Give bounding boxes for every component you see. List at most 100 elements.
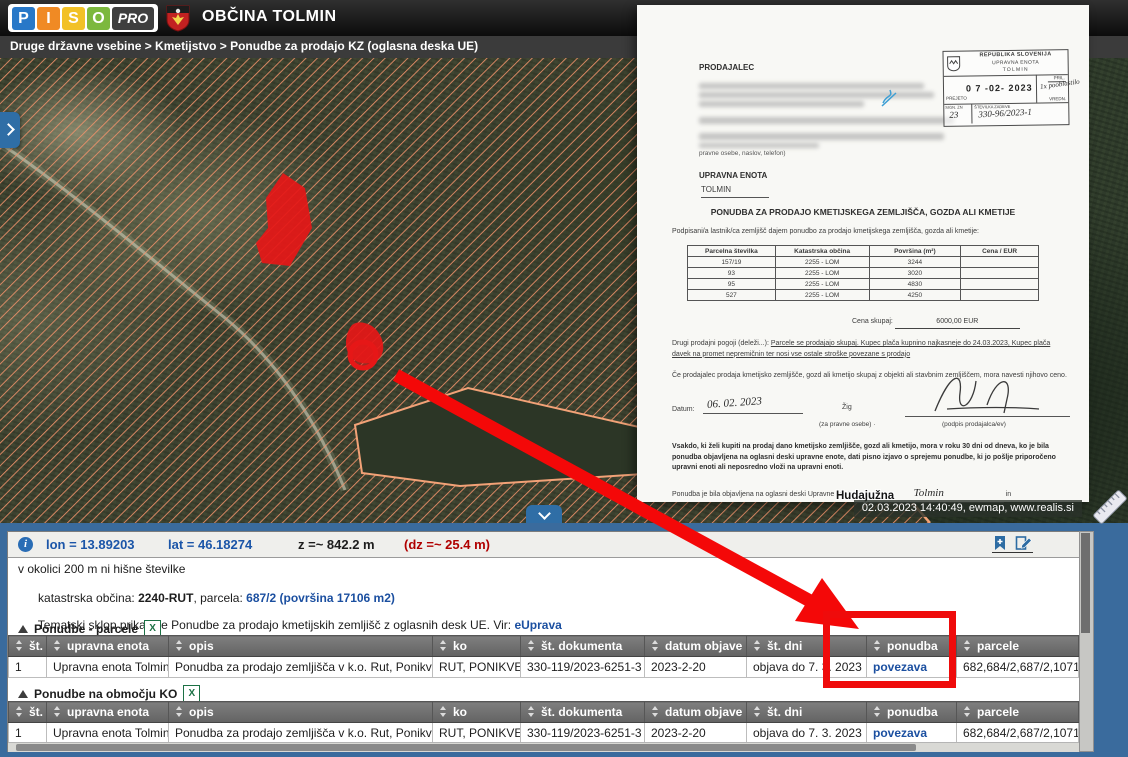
sort-icon[interactable] [873,706,882,717]
panel-dz-value: (dz =~ 25.4 m) [404,537,490,552]
slovenia-arms-icon [947,56,961,72]
vertical-scrollbar-thumb[interactable] [1081,533,1090,633]
col-st-dokumenta[interactable]: št. dokumenta [521,636,645,657]
col-ko[interactable]: ko [433,636,521,657]
doc-form-note: pravne osebe, naslov, telefon) [699,149,786,159]
incoming-stamp: REPUBLIKA SLOVENIJA UPRAVNA ENOTA TOLMIN… [942,49,1069,127]
map-timestamp: 02.03.2023 14:40:49, ewmap, www.realis.s… [854,500,1082,517]
sort-icon[interactable] [963,706,972,717]
redacted-line [699,143,819,148]
panel-lat-value: lat = 46.18274 [168,537,252,552]
sort-icon[interactable] [753,706,762,717]
col-ponudba[interactable]: ponudba [867,702,957,723]
tolmin-coat-of-arms-icon [163,3,193,38]
col-st[interactable]: št. [9,702,47,723]
panel-z-value: z =~ 842.2 m [298,537,375,552]
signature-scribble [927,367,1047,417]
col-ponudba[interactable]: ponudba [867,636,957,657]
doc-parcel-table: Parcelna številka Katastrska občina Povr… [687,245,1039,301]
doc-intro: Podpisani/a lastnik/ca zemljišč dajem po… [672,227,1057,238]
doc-zig-label: Žig [842,403,852,414]
col-datum-objave[interactable]: datum objave [645,702,747,723]
logo-letter-o: O [87,7,110,30]
doc-col-area: Površina (m²) [869,246,961,257]
offer-parcel-circle-marker[interactable] [350,342,376,368]
info-panel: lon = 13.89203 lat = 46.18274 z =~ 842.2… [7,531,1080,752]
municipality-title: OBČINA TOLMIN [202,8,337,26]
doc-bottom-paragraph: Vsakdo, ki želi kupiti na prodaj dano km… [672,442,1067,474]
offers-parcels-table: št. upravna enota opis ko št. dokumenta … [8,635,1079,678]
stamp-received-label: PREJETO [946,96,967,101]
col-upravna-enota[interactable]: upravna enota [47,702,169,723]
sort-icon[interactable] [963,640,972,651]
collapse-icon[interactable] [18,690,28,698]
panel-action-icons [992,535,1033,553]
doc-table-row: 932255 - LOM 3020 [688,268,1039,279]
horizontal-scrollbar[interactable] [8,742,1079,752]
col-opis[interactable]: opis [169,702,433,723]
section-ponudbe-ko: Ponudbe na območju KO [18,685,200,702]
doc-table-row: 157/192255 - LOM 3244 [688,257,1039,268]
bookmark-add-icon[interactable] [992,535,1008,551]
horizontal-scrollbar-thumb[interactable] [16,744,916,751]
col-datum-objave[interactable]: datum objave [645,636,747,657]
sort-icon[interactable] [753,640,762,651]
sort-icon[interactable] [53,640,62,651]
cadastral-municipality: 2240-RUT [138,591,193,605]
doc-total-label: Cena skupaj: [852,318,893,325]
piso-logo[interactable]: P I S O PRO [8,4,158,32]
col-st-dokumenta[interactable]: št. dokumenta [521,702,645,723]
sort-icon[interactable] [53,706,62,717]
doc-last-handwritten: Tolmin [914,487,944,499]
col-st-dni[interactable]: št. dni [747,702,867,723]
measure-tool-button[interactable] [1090,486,1128,528]
section1-title: Ponudbe - parcele [34,622,138,636]
doc-total-value: 6000,00 EUR [895,317,1020,329]
excel-export-icon[interactable] [183,685,200,702]
doc-seller-heading: PRODAJALEC [699,62,754,74]
doc-ue-value: TOLMIN [701,184,769,198]
doc-total-line: Cena skupaj: 6000,00 EUR [852,317,1020,329]
col-ko[interactable]: ko [433,702,521,723]
sort-icon[interactable] [651,640,660,651]
sort-icon[interactable] [175,706,184,717]
col-st-dni[interactable]: št. dni [747,636,867,657]
collapse-icon[interactable] [18,625,28,633]
povezava-link[interactable]: povezava [873,660,927,674]
sort-icon[interactable] [527,706,536,717]
map-collapse-tab[interactable] [526,505,562,523]
sort-icon[interactable] [15,640,24,651]
col-opis[interactable]: opis [169,636,433,657]
sort-icon[interactable] [873,640,882,651]
offers-ko-table: št. upravna enota opis ko št. dokumenta … [8,701,1079,744]
euprava-link[interactable]: eUprava [514,618,561,632]
col-parcele[interactable]: parcele [957,636,1079,657]
logo-letter-p: P [12,7,35,30]
povezava-link[interactable]: povezava [873,726,927,740]
chevron-right-icon [2,123,15,136]
sort-icon[interactable] [439,706,448,717]
col-upravna-enota[interactable]: upravna enota [47,636,169,657]
col-parcele[interactable]: parcele [957,702,1079,723]
doc-datum-value: 06. 02. 2023 [707,395,763,411]
edit-report-icon[interactable] [1015,535,1033,551]
table-header-row: št. upravna enota opis ko št. dokumenta … [9,636,1079,657]
redacted-line [699,133,944,140]
doc-ue-label: UPRAVNA ENOTA [699,170,767,182]
doc-table-row: 5272255 - LOM 4250 [688,290,1039,301]
doc-title: PONUDBA ZA PRODAJO KMETIJSKEGA ZEMLJIŠČA… [637,206,1089,219]
vertical-scrollbar[interactable] [1079,531,1094,752]
left-panel-expander[interactable] [0,112,20,148]
parcel-link[interactable]: 687/2 (površina 17106 m2) [246,591,395,605]
sort-icon[interactable] [527,640,536,651]
sort-icon[interactable] [15,706,24,717]
doc-conditions-label: Drugi prodajni pogoji (deleži...): [672,340,769,347]
sort-icon[interactable] [439,640,448,651]
logo-letter-i: I [37,7,60,30]
sort-icon[interactable] [175,640,184,651]
sort-icon[interactable] [651,706,660,717]
info-icon [18,537,33,552]
col-st[interactable]: št. [9,636,47,657]
section2-title: Ponudbe na območju KO [34,687,177,701]
stamp-case-value: 330-96/2023-1 [978,107,1032,120]
